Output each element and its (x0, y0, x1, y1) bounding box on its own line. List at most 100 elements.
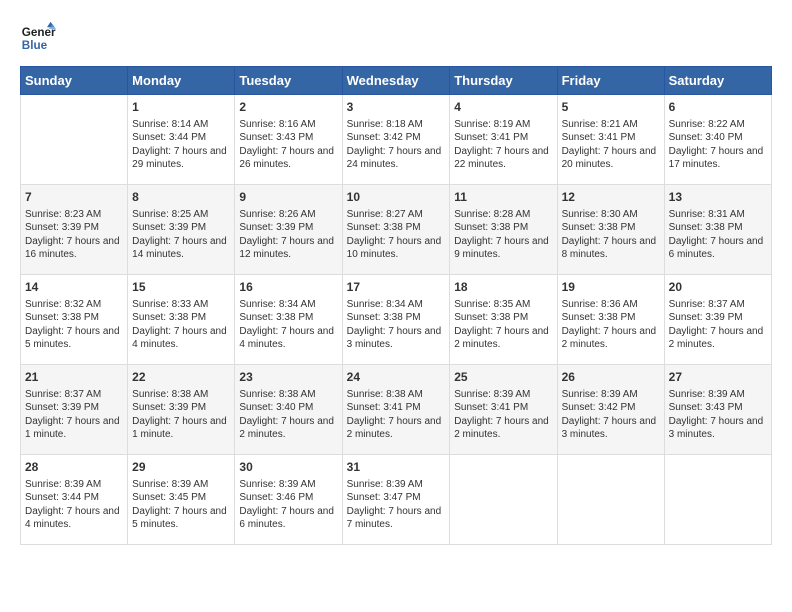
day-number: 7 (25, 189, 123, 206)
calendar-header: SundayMondayTuesdayWednesdayThursdayFrid… (21, 67, 772, 95)
calendar-cell: 8 Sunrise: 8:25 AMSunset: 3:39 PMDaylight… (128, 185, 235, 275)
weekday-header-friday: Friday (557, 67, 664, 95)
cell-info: Sunrise: 8:38 AMSunset: 3:40 PMDaylight:… (239, 388, 337, 442)
day-number: 24 (347, 369, 446, 386)
day-number: 19 (562, 279, 660, 296)
weekday-header-tuesday: Tuesday (235, 67, 342, 95)
cell-info: Sunrise: 8:14 AMSunset: 3:44 PMDaylight:… (132, 118, 230, 172)
cell-info: Sunrise: 8:38 AMSunset: 3:41 PMDaylight:… (347, 388, 446, 442)
calendar-week-2: 7 Sunrise: 8:23 AMSunset: 3:39 PMDaylight… (21, 185, 772, 275)
cell-info: Sunrise: 8:30 AMSunset: 3:38 PMDaylight:… (562, 208, 660, 262)
cell-info: Sunrise: 8:37 AMSunset: 3:39 PMDaylight:… (669, 298, 767, 352)
calendar-cell: 9 Sunrise: 8:26 AMSunset: 3:39 PMDaylight… (235, 185, 342, 275)
calendar-cell: 29 Sunrise: 8:39 AMSunset: 3:45 PMDayligh… (128, 455, 235, 545)
cell-info: Sunrise: 8:26 AMSunset: 3:39 PMDaylight:… (239, 208, 337, 262)
cell-info: Sunrise: 8:21 AMSunset: 3:41 PMDaylight:… (562, 118, 660, 172)
day-number: 11 (454, 189, 552, 206)
calendar-cell: 6 Sunrise: 8:22 AMSunset: 3:40 PMDaylight… (664, 95, 771, 185)
day-number: 31 (347, 459, 446, 476)
day-number: 26 (562, 369, 660, 386)
cell-info: Sunrise: 8:39 AMSunset: 3:47 PMDaylight:… (347, 478, 446, 532)
calendar-cell: 7 Sunrise: 8:23 AMSunset: 3:39 PMDaylight… (21, 185, 128, 275)
calendar-cell: 17 Sunrise: 8:34 AMSunset: 3:38 PMDayligh… (342, 275, 450, 365)
calendar-cell: 24 Sunrise: 8:38 AMSunset: 3:41 PMDayligh… (342, 365, 450, 455)
day-number: 27 (669, 369, 767, 386)
calendar-cell: 21 Sunrise: 8:37 AMSunset: 3:39 PMDayligh… (21, 365, 128, 455)
day-number: 17 (347, 279, 446, 296)
calendar-table: SundayMondayTuesdayWednesdayThursdayFrid… (20, 66, 772, 545)
calendar-cell: 13 Sunrise: 8:31 AMSunset: 3:38 PMDayligh… (664, 185, 771, 275)
day-number: 23 (239, 369, 337, 386)
day-number: 20 (669, 279, 767, 296)
calendar-cell: 2Sunrise: 8:16 AMSunset: 3:43 PMDaylight… (235, 95, 342, 185)
calendar-cell: 10Sunrise: 8:27 AMSunset: 3:38 PMDayligh… (342, 185, 450, 275)
day-number: 18 (454, 279, 552, 296)
weekday-header-sunday: Sunday (21, 67, 128, 95)
svg-text:Blue: Blue (22, 39, 48, 52)
calendar-cell: 26Sunrise: 8:39 AMSunset: 3:42 PMDayligh… (557, 365, 664, 455)
cell-info: Sunrise: 8:36 AMSunset: 3:38 PMDaylight:… (562, 298, 660, 352)
day-number: 14 (25, 279, 123, 296)
page-header: General Blue (20, 20, 772, 56)
day-number: 9 (239, 189, 337, 206)
weekday-header-wednesday: Wednesday (342, 67, 450, 95)
day-number: 6 (669, 99, 767, 116)
calendar-body: 1 Sunrise: 8:14 AMSunset: 3:44 PMDaylight… (21, 95, 772, 545)
day-number: 4 (454, 99, 552, 116)
cell-info: Sunrise: 8:39 AMSunset: 3:45 PMDaylight:… (132, 478, 230, 532)
day-number: 16 (239, 279, 337, 296)
cell-info: Sunrise: 8:39 AMSunset: 3:44 PMDaylight:… (25, 478, 123, 532)
cell-info: Sunrise: 8:39 AMSunset: 3:43 PMDaylight:… (669, 388, 767, 442)
calendar-cell: 23 Sunrise: 8:38 AMSunset: 3:40 PMDayligh… (235, 365, 342, 455)
cell-info: Sunrise: 8:22 AMSunset: 3:40 PMDaylight:… (669, 118, 767, 172)
day-number: 5 (562, 99, 660, 116)
logo-icon: General Blue (20, 20, 56, 56)
calendar-cell (21, 95, 128, 185)
day-number: 3 (347, 99, 446, 116)
cell-info: Sunrise: 8:23 AMSunset: 3:39 PMDaylight:… (25, 208, 123, 262)
calendar-cell: 11 Sunrise: 8:28 AMSunset: 3:38 PMDayligh… (450, 185, 557, 275)
calendar-cell: 25 Sunrise: 8:39 AMSunset: 3:41 PMDayligh… (450, 365, 557, 455)
day-number: 21 (25, 369, 123, 386)
calendar-cell: 5 Sunrise: 8:21 AMSunset: 3:41 PMDaylight… (557, 95, 664, 185)
cell-info: Sunrise: 8:35 AMSunset: 3:38 PMDaylight:… (454, 298, 552, 352)
calendar-cell (664, 455, 771, 545)
day-number: 28 (25, 459, 123, 476)
weekday-header-monday: Monday (128, 67, 235, 95)
calendar-cell: 15Sunrise: 8:33 AMSunset: 3:38 PMDayligh… (128, 275, 235, 365)
calendar-week-3: 14 Sunrise: 8:32 AMSunset: 3:38 PMDayligh… (21, 275, 772, 365)
day-number: 29 (132, 459, 230, 476)
day-number: 1 (132, 99, 230, 116)
day-number: 25 (454, 369, 552, 386)
cell-info: Sunrise: 8:27 AMSunset: 3:38 PMDaylight:… (347, 208, 446, 262)
cell-info: Sunrise: 8:39 AMSunset: 3:46 PMDaylight:… (239, 478, 337, 532)
cell-info: Sunrise: 8:16 AMSunset: 3:43 PMDaylight:… (239, 118, 337, 172)
weekday-header-saturday: Saturday (664, 67, 771, 95)
calendar-cell (557, 455, 664, 545)
calendar-cell: 3Sunrise: 8:18 AMSunset: 3:42 PMDaylight… (342, 95, 450, 185)
weekday-header-thursday: Thursday (450, 67, 557, 95)
day-number: 13 (669, 189, 767, 206)
cell-info: Sunrise: 8:38 AMSunset: 3:39 PMDaylight:… (132, 388, 230, 442)
calendar-cell: 16 Sunrise: 8:34 AMSunset: 3:38 PMDayligh… (235, 275, 342, 365)
cell-info: Sunrise: 8:34 AMSunset: 3:38 PMDaylight:… (347, 298, 446, 352)
cell-info: Sunrise: 8:28 AMSunset: 3:38 PMDaylight:… (454, 208, 552, 262)
calendar-cell: 31 Sunrise: 8:39 AMSunset: 3:47 PMDayligh… (342, 455, 450, 545)
cell-info: Sunrise: 8:19 AMSunset: 3:41 PMDaylight:… (454, 118, 552, 172)
calendar-cell: 14 Sunrise: 8:32 AMSunset: 3:38 PMDayligh… (21, 275, 128, 365)
day-number: 30 (239, 459, 337, 476)
day-number: 8 (132, 189, 230, 206)
cell-info: Sunrise: 8:37 AMSunset: 3:39 PMDaylight:… (25, 388, 123, 442)
calendar-cell: 12 Sunrise: 8:30 AMSunset: 3:38 PMDayligh… (557, 185, 664, 275)
calendar-week-1: 1 Sunrise: 8:14 AMSunset: 3:44 PMDaylight… (21, 95, 772, 185)
cell-info: Sunrise: 8:31 AMSunset: 3:38 PMDaylight:… (669, 208, 767, 262)
weekday-row: SundayMondayTuesdayWednesdayThursdayFrid… (21, 67, 772, 95)
calendar-cell: 28 Sunrise: 8:39 AMSunset: 3:44 PMDayligh… (21, 455, 128, 545)
cell-info: Sunrise: 8:39 AMSunset: 3:41 PMDaylight:… (454, 388, 552, 442)
cell-info: Sunrise: 8:34 AMSunset: 3:38 PMDaylight:… (239, 298, 337, 352)
logo: General Blue (20, 20, 56, 56)
cell-info: Sunrise: 8:32 AMSunset: 3:38 PMDaylight:… (25, 298, 123, 352)
calendar-cell: 4 Sunrise: 8:19 AMSunset: 3:41 PMDaylight… (450, 95, 557, 185)
day-number: 12 (562, 189, 660, 206)
cell-info: Sunrise: 8:25 AMSunset: 3:39 PMDaylight:… (132, 208, 230, 262)
